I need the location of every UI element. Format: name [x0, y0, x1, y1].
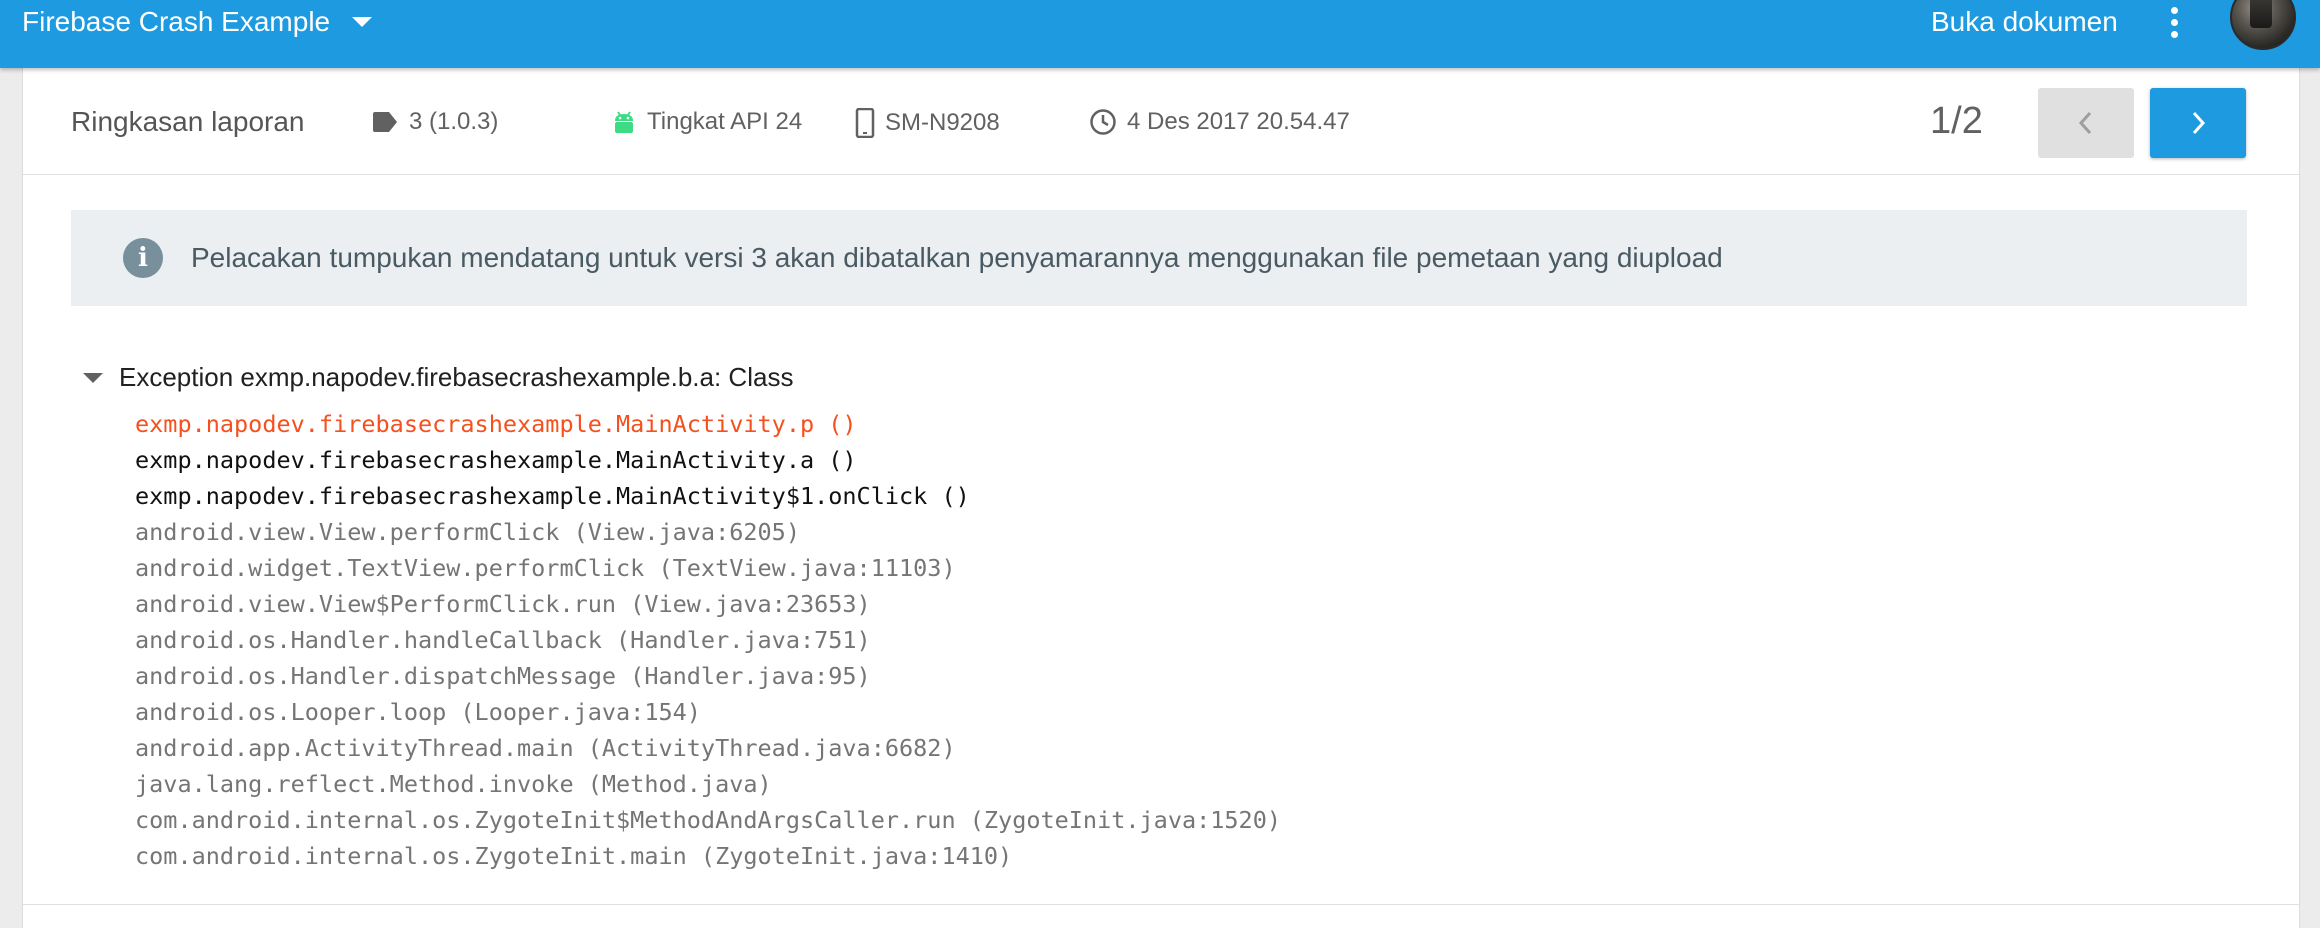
report-summary: Ringkasan laporan 3 (1.0.3) Tingkat API …: [23, 68, 2299, 175]
report-card: Ringkasan laporan 3 (1.0.3) Tingkat API …: [22, 68, 2300, 928]
phone-icon: [855, 108, 875, 138]
exception-title: Exception exmp.napodev.firebasecrashexam…: [119, 362, 794, 392]
stack-frame: exmp.napodev.firebasecrashexample.MainAc…: [135, 482, 970, 510]
app-selector[interactable]: Firebase Crash Example: [22, 4, 373, 40]
open-docs-link[interactable]: Buka dokumen: [1931, 4, 2118, 40]
page-indicator: 1/2: [1930, 100, 1983, 142]
stack-frame: android.widget.TextView.performClick (Te…: [135, 554, 956, 582]
info-icon: i: [123, 238, 163, 278]
chevron-right-icon: [2192, 111, 2206, 135]
divider: [23, 904, 2299, 905]
stack-frame: exmp.napodev.firebasecrashexample.MainAc…: [135, 446, 857, 474]
stack-frame: android.app.ActivityThread.main (Activit…: [135, 734, 956, 762]
report-timestamp: 4 Des 2017 20.54.47: [1127, 108, 1350, 135]
app-title: Firebase Crash Example: [22, 6, 331, 37]
top-app-bar: Firebase Crash Example Buka dokumen: [0, 0, 2320, 68]
stack-frame: android.os.Handler.handleCallback (Handl…: [135, 626, 871, 654]
android-icon: [615, 111, 633, 133]
api-meta: Tingkat API 24: [611, 108, 802, 136]
triangle-down-icon: [83, 372, 103, 383]
stack-trace: exmp.napodev.firebasecrashexample.MainAc…: [135, 406, 1281, 874]
device-model: SM-N9208: [885, 109, 1000, 136]
chevron-down-icon: [352, 17, 373, 27]
stack-frame: android.view.View$PerformClick.run (View…: [135, 590, 871, 618]
more-vert-icon[interactable]: [2164, 2, 2184, 42]
stack-frame: java.lang.reflect.Method.invoke (Method.…: [135, 770, 772, 798]
time-meta: 4 Des 2017 20.54.47: [1089, 108, 1350, 136]
info-text: Pelacakan tumpukan mendatang untuk versi…: [191, 242, 1723, 273]
info-banner: i Pelacakan tumpukan mendatang untuk ver…: [71, 210, 2247, 306]
app-version: 3 (1.0.3): [409, 108, 499, 135]
previous-button[interactable]: [2038, 88, 2134, 158]
avatar[interactable]: [2230, 0, 2296, 50]
stack-frame: exmp.napodev.firebasecrashexample.MainAc…: [135, 410, 857, 438]
summary-title: Ringkasan laporan: [71, 106, 305, 137]
stack-frame: com.android.internal.os.ZygoteInit$Metho…: [135, 806, 1282, 834]
label-tag-icon: [373, 112, 397, 132]
clock-icon: [1090, 109, 1116, 135]
stack-frame: com.android.internal.os.ZygoteInit.main …: [135, 842, 1013, 870]
chevron-left-icon: [2078, 111, 2092, 135]
version-meta: 3 (1.0.3): [371, 108, 498, 136]
exception-toggle[interactable]: Exception exmp.napodev.firebasecrashexam…: [83, 362, 793, 393]
device-meta: SM-N9208: [855, 108, 1000, 138]
stack-frame: android.os.Looper.loop (Looper.java:154): [135, 698, 701, 726]
next-button[interactable]: [2150, 88, 2246, 158]
stack-frame: android.view.View.performClick (View.jav…: [135, 518, 800, 546]
stack-frame: android.os.Handler.dispatchMessage (Hand…: [135, 662, 871, 690]
api-level: Tingkat API 24: [647, 108, 803, 135]
